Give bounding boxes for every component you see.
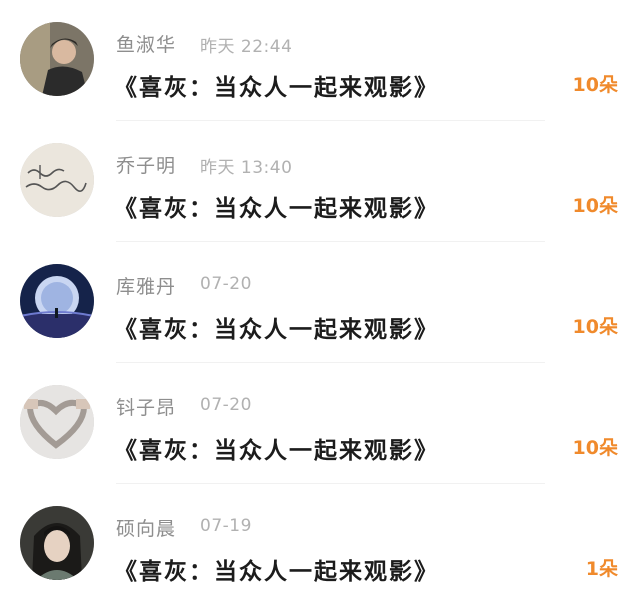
timestamp: 07-19 xyxy=(200,516,252,536)
user-name: 钭子昂 xyxy=(116,397,177,419)
user-name: 库雅丹 xyxy=(116,276,177,298)
list-item[interactable]: 钭子昂 07-20 《喜灰：当众人一起来观影》 10朵 xyxy=(0,363,640,484)
timestamp: 昨天 22:44 xyxy=(200,37,293,57)
work-title[interactable]: 《喜灰：当众人一起来观影》 xyxy=(114,310,439,344)
list-item[interactable]: 硕向晨 07-19 《喜灰：当众人一起来观影》 1朵 xyxy=(0,484,640,605)
work-title[interactable]: 《喜灰：当众人一起来观影》 xyxy=(114,552,439,586)
flower-count: 10朵 xyxy=(572,437,618,459)
timestamp: 昨天 13:40 xyxy=(200,158,293,178)
timestamp: 07-20 xyxy=(200,395,252,415)
gift-record-list: 鱼淑华 昨天 22:44 《喜灰：当众人一起来观影》 10朵 乔子明 昨天 13… xyxy=(0,0,640,612)
timestamp: 07-20 xyxy=(200,274,252,294)
list-item[interactable]: 鱼淑华 昨天 22:44 《喜灰：当众人一起来观影》 10朵 xyxy=(0,0,640,121)
work-title[interactable]: 《喜灰：当众人一起来观影》 xyxy=(114,431,439,465)
work-title[interactable]: 《喜灰：当众人一起来观影》 xyxy=(114,189,439,223)
portrait-photo-icon xyxy=(20,506,94,580)
flower-count: 10朵 xyxy=(572,195,618,217)
flower-count: 1朵 xyxy=(585,558,618,580)
user-name: 鱼淑华 xyxy=(116,34,177,56)
user-name: 硕向晨 xyxy=(116,518,177,540)
user-name: 乔子明 xyxy=(116,155,177,177)
list-item[interactable]: 乔子明 昨天 13:40 《喜灰：当众人一起来观影》 10朵 xyxy=(0,121,640,242)
avatar[interactable] xyxy=(20,385,94,459)
list-item[interactable]: 库雅丹 07-20 《喜灰：当众人一起来观影》 10朵 xyxy=(0,242,640,363)
avatar[interactable] xyxy=(20,22,94,96)
work-title[interactable]: 《喜灰：当众人一起来观影》 xyxy=(114,68,439,102)
flower-count: 10朵 xyxy=(572,316,618,338)
moon-scene-icon xyxy=(20,264,94,338)
avatar[interactable] xyxy=(20,264,94,338)
user-photo-icon xyxy=(20,22,94,96)
avatar[interactable] xyxy=(20,143,94,217)
flower-count: 10朵 xyxy=(572,74,618,96)
heart-hands-icon xyxy=(20,385,94,459)
handwriting-photo-icon xyxy=(20,143,94,217)
avatar[interactable] xyxy=(20,506,94,580)
